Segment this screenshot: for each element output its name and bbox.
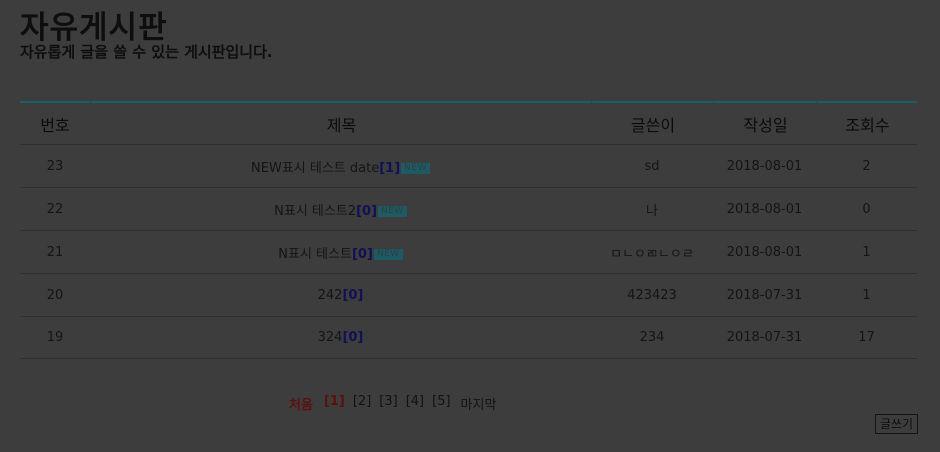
post-views: 2 bbox=[816, 144, 917, 187]
post-title-cell: 242[0] bbox=[90, 273, 591, 316]
post-writer: sd bbox=[591, 144, 713, 187]
post-number: 21 bbox=[20, 230, 90, 273]
pagination-page-link[interactable]: [4] bbox=[406, 394, 424, 413]
page-subtitle: 자유롭게 글을 쓸 수 있는 게시판입니다. bbox=[20, 43, 273, 61]
comment-count: [0] bbox=[342, 330, 364, 345]
table-header-row: 번호 제목 글쓴이 작성일 조회수 bbox=[20, 101, 917, 144]
column-header-number: 번호 bbox=[20, 101, 90, 144]
pagination-last-link[interactable]: 마지막 bbox=[461, 394, 497, 413]
post-title-link[interactable]: N표시 테스트 bbox=[278, 247, 352, 262]
post-title-cell: NEW표시 테스트 date[1] NEW bbox=[90, 144, 591, 187]
post-title-link[interactable]: NEW표시 테스트 date bbox=[251, 161, 379, 176]
table-row: 21 N표시 테스트[0] NEW ㅁㄴㅇㄻㄴㅇㄹ 2018-08-01 1 bbox=[20, 230, 917, 273]
post-title-cell: 324[0] bbox=[90, 316, 591, 359]
write-post-button[interactable]: 글쓰기 bbox=[875, 414, 918, 434]
table-row: 20 242[0] 423423 2018-07-31 1 bbox=[20, 273, 917, 316]
post-writer: 나 bbox=[591, 187, 713, 230]
post-writer: 234 bbox=[591, 316, 713, 359]
pagination-first-link[interactable]: 처음 bbox=[289, 394, 313, 413]
post-number: 20 bbox=[20, 273, 90, 316]
post-date: 2018-08-01 bbox=[713, 187, 816, 230]
table-row: 22 N표시 테스트2[0] NEW 나 2018-08-01 0 bbox=[20, 187, 917, 230]
new-badge: NEW bbox=[378, 205, 407, 217]
post-date: 2018-08-01 bbox=[713, 144, 816, 187]
post-writer: ㅁㄴㅇㄻㄴㅇㄹ bbox=[591, 230, 713, 273]
pagination-page-link[interactable]: [1] bbox=[324, 394, 345, 413]
column-header-writer: 글쓴이 bbox=[591, 101, 713, 144]
pagination-page-link[interactable]: [3] bbox=[379, 394, 397, 413]
column-header-title: 제목 bbox=[90, 101, 591, 144]
new-badge: NEW bbox=[401, 162, 430, 174]
comment-count: [0] bbox=[342, 287, 364, 303]
comment-count: [0] bbox=[351, 246, 373, 262]
new-badge: NEW bbox=[373, 248, 403, 260]
column-header-views: 조회수 bbox=[816, 101, 917, 144]
comment-count: [0] bbox=[356, 203, 378, 219]
table-row: 19 324[0] 234 2018-07-31 17 bbox=[20, 316, 917, 359]
post-title-link[interactable]: N표시 테스트2 bbox=[274, 204, 356, 219]
board-table: 번호 제목 글쓴이 작성일 조회수 23 NEW표시 테스트 date[1] NE… bbox=[20, 101, 917, 359]
table-row: 23 NEW표시 테스트 date[1] NEW sd 2018-08-01 2 bbox=[20, 144, 917, 187]
pagination-page-link[interactable]: [2] bbox=[353, 394, 371, 413]
pagination-page-link[interactable]: [5] bbox=[432, 394, 450, 413]
column-header-date: 작성일 bbox=[713, 101, 816, 144]
post-date: 2018-07-31 bbox=[713, 316, 816, 359]
post-title-cell: N표시 테스트2[0] NEW bbox=[90, 187, 591, 230]
post-title-cell: N표시 테스트[0] NEW bbox=[90, 230, 591, 273]
comment-count: [1] bbox=[379, 160, 401, 176]
post-date: 2018-08-01 bbox=[713, 230, 816, 273]
post-writer: 423423 bbox=[591, 273, 713, 316]
post-views: 0 bbox=[816, 187, 917, 230]
post-title-link[interactable]: 324 bbox=[318, 330, 343, 345]
pagination: 처음 [1] [2] [3] [4] [5] 마지막 bbox=[289, 394, 496, 413]
post-views: 17 bbox=[816, 316, 917, 359]
post-number: 23 bbox=[20, 144, 90, 187]
post-date: 2018-07-31 bbox=[713, 273, 816, 316]
post-views: 1 bbox=[816, 273, 917, 316]
post-views: 1 bbox=[816, 230, 917, 273]
post-number: 22 bbox=[20, 187, 90, 230]
post-title-link[interactable]: 242 bbox=[318, 288, 343, 303]
post-number: 19 bbox=[20, 316, 90, 359]
